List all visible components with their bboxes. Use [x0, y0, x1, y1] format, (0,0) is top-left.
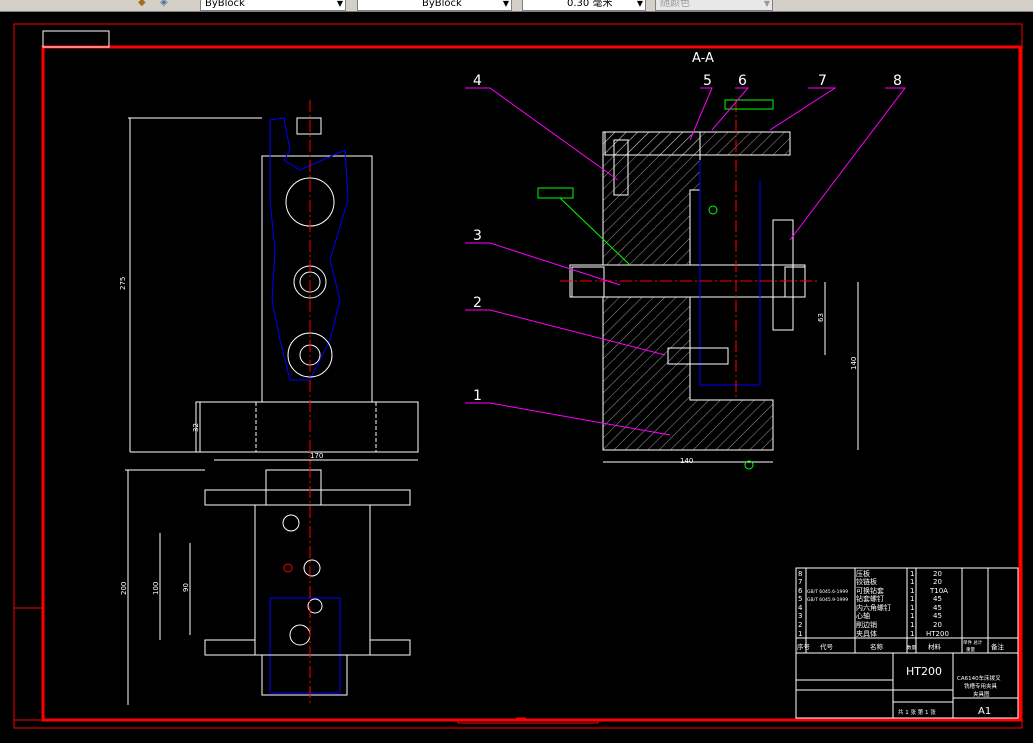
lineweight-type-value: ByBlock	[422, 0, 462, 9]
svg-text:1: 1	[910, 604, 914, 612]
svg-text:压板: 压板	[856, 569, 870, 578]
svg-text:4: 4	[798, 604, 803, 612]
svg-text:45: 45	[933, 595, 942, 603]
svg-text:3: 3	[798, 612, 802, 620]
cad-drawing: 275 32 170 200 100 90 A-A 140 140 63 1 2…	[13, 23, 1023, 729]
svg-text:数量: 数量	[907, 644, 916, 651]
dim-170: 170	[310, 452, 323, 460]
svg-text:重量: 重量	[966, 646, 975, 653]
lineweight-value: 0.30 毫米	[567, 0, 613, 9]
parts-row: 7 铰链板 1 20	[798, 577, 942, 586]
parts-row: 8 压板 1 20	[798, 569, 942, 578]
svg-text:GB/T 6045.6-1999: GB/T 6045.6-1999	[807, 589, 848, 595]
balloon-6: 6	[738, 73, 747, 89]
title-material: HT200	[906, 665, 942, 678]
svg-text:20: 20	[933, 621, 942, 629]
properties-toolbar: ByBlock ▼ ByBlock ▼ 0.30 毫米 ▼ 随颜色 ▼ ◆ ◈	[0, 0, 1033, 12]
svg-text:备注: 备注	[991, 642, 1005, 651]
svg-text:6: 6	[798, 587, 803, 595]
svg-text:心轴: 心轴	[856, 611, 870, 620]
svg-text:铰链板: 铰链板	[856, 577, 877, 586]
layer-icon[interactable]: ◆	[138, 0, 146, 8]
balloon-5: 5	[703, 73, 712, 89]
svg-text:1: 1	[910, 587, 914, 595]
svg-text:单件 总计: 单件 总计	[963, 639, 983, 646]
dim-90: 90	[182, 583, 190, 592]
dim-100: 100	[152, 582, 160, 595]
balloon-7: 7	[818, 73, 827, 89]
dim-275: 275	[119, 277, 127, 290]
dim-140-width: 140	[680, 457, 693, 465]
svg-text:20: 20	[933, 570, 942, 578]
parts-row: 1 夹具体 1 HT200	[798, 629, 949, 638]
svg-text:削边销: 削边销	[856, 620, 877, 629]
svg-text:1: 1	[910, 578, 914, 586]
parts-row: 4 内六角螺钉 1 45	[798, 603, 942, 612]
plotstyle-select[interactable]: 随颜色 ▼	[655, 0, 773, 11]
parts-list: 8 压板 1 20 7 铰链板 1 20 6 GB/T 6045.6-1999 可换钻套 1 T10…	[797, 569, 1005, 717]
svg-text:代号: 代号	[820, 642, 834, 651]
drawing-canvas[interactable]: 275 32 170 200 100 90 A-A 140 140 63 1 2…	[0, 13, 1033, 739]
parts-row: 5 GB/T 6045.9-1999 钻套螺钉 1 45	[798, 594, 942, 603]
side-box	[13, 607, 44, 721]
section-view	[537, 99, 859, 470]
svg-text:材料: 材料	[928, 642, 942, 651]
lineweight-select[interactable]: 0.30 毫米 ▼	[522, 0, 646, 11]
svg-text:1: 1	[910, 570, 914, 578]
parts-row: 2 削边销 1 20	[798, 620, 942, 629]
parts-header: 序号 代号 名称 数量 材料 单件 总计重量 备注	[797, 639, 1005, 653]
parts-row: 3 心轴 1 45	[798, 611, 942, 620]
svg-text:T10A: T10A	[929, 587, 948, 595]
svg-text:5: 5	[798, 595, 802, 603]
svg-text:名称: 名称	[870, 642, 884, 651]
svg-text:7: 7	[798, 578, 802, 586]
title-name-1: CA6140车床拨叉	[957, 674, 1001, 682]
balloon-8: 8	[893, 73, 902, 89]
svg-text:1: 1	[910, 612, 914, 620]
balloon-1: 1	[473, 388, 482, 404]
svg-text:可换钻套: 可换钻套	[856, 586, 884, 595]
svg-text:2: 2	[798, 621, 802, 629]
svg-text:GB/T 6045.9-1999: GB/T 6045.9-1999	[807, 597, 848, 603]
svg-text:8: 8	[798, 570, 802, 578]
balloon-2: 2	[473, 295, 482, 311]
dim-32: 32	[192, 423, 200, 432]
svg-text:20: 20	[933, 578, 942, 586]
balloon-4: 4	[473, 73, 482, 89]
svg-text:1: 1	[910, 630, 914, 638]
svg-text:HT200: HT200	[926, 630, 949, 638]
svg-text:45: 45	[933, 604, 942, 612]
svg-text:序号: 序号	[797, 642, 811, 651]
top-view	[125, 466, 411, 705]
svg-text:45: 45	[933, 612, 942, 620]
svg-text:钻套螺钉: 钻套螺钉	[856, 594, 884, 603]
code-box	[42, 30, 110, 48]
dim-63: 63	[817, 313, 825, 322]
svg-text:1: 1	[910, 595, 914, 603]
linetype-value: ByBlock	[205, 0, 245, 9]
svg-text:夹具体: 夹具体	[856, 629, 877, 638]
front-view	[128, 100, 419, 465]
plotstyle-value: 随颜色	[660, 0, 690, 9]
linetype-select[interactable]: ByBlock ▼	[200, 0, 346, 11]
layers-icon[interactable]: ◈	[160, 0, 168, 8]
title-name-2: 铣槽专用夹具	[964, 682, 998, 690]
svg-text:1: 1	[910, 621, 914, 629]
title-name-3: 夹具图	[973, 690, 990, 698]
svg-text:1: 1	[798, 630, 802, 638]
balloon-3: 3	[473, 228, 482, 244]
sheet-size: A1	[978, 706, 991, 717]
dim-140-height: 140	[850, 357, 858, 370]
parts-row: 6 GB/T 6045.6-1999 可换钻套 1 T10A	[798, 586, 948, 595]
dim-200: 200	[120, 582, 128, 595]
section-label: A-A	[692, 51, 714, 66]
svg-text:内六角螺钉: 内六角螺钉	[856, 603, 891, 612]
lineweight-type-select[interactable]: ByBlock ▼	[357, 0, 512, 11]
sheet-count: 共 1 张 第 1 张	[898, 708, 936, 716]
